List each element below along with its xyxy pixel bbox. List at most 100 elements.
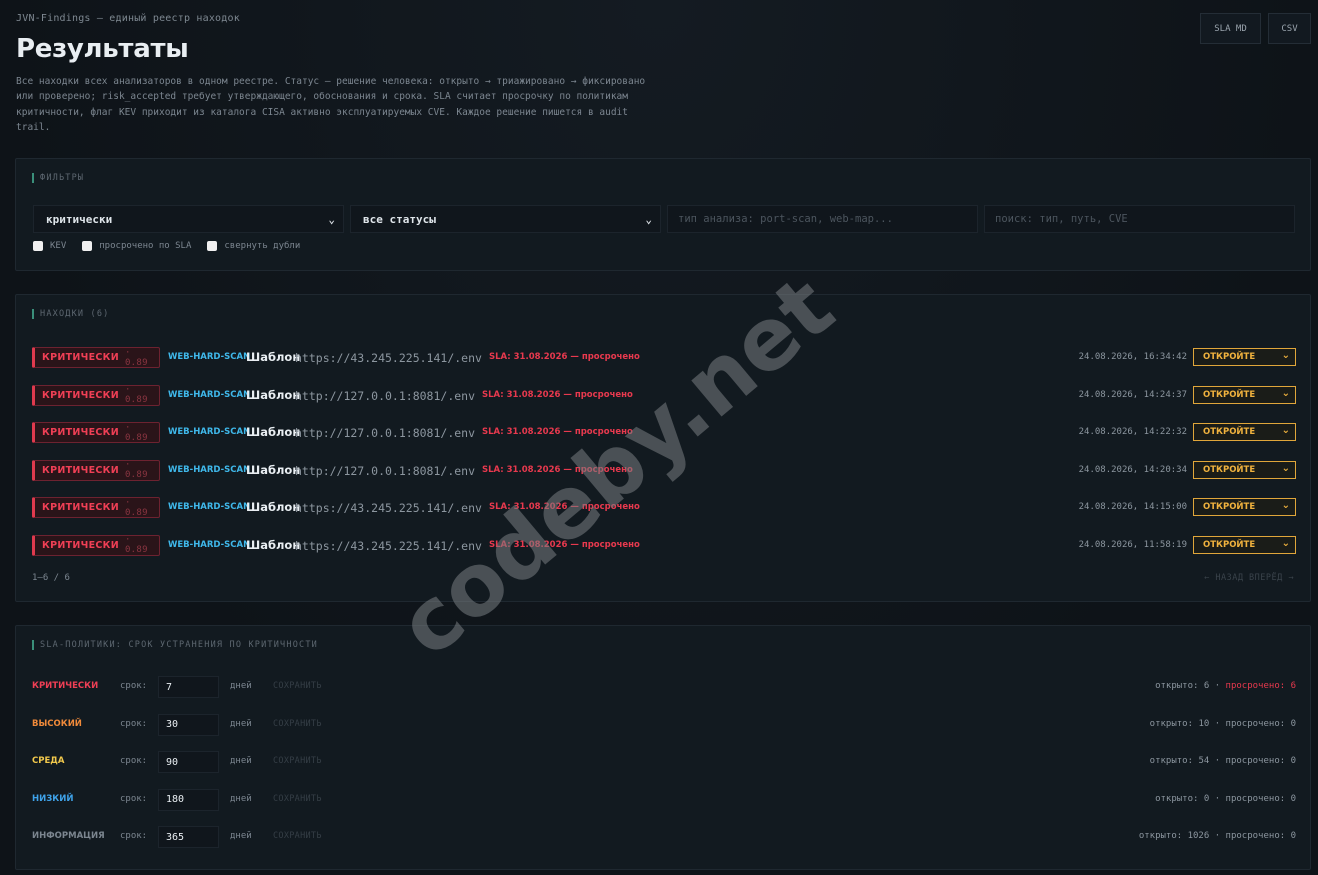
severity-select-value: критически <box>46 212 113 226</box>
severity-badge: КРИТИЧЕСКИ · 0.89 <box>32 422 160 443</box>
sla-deadline: SLA: 31.08.2026 — просрочено <box>489 352 640 362</box>
timestamp: 24.08.2026, 11:58:19 <box>1078 539 1187 550</box>
severity-score: · 0.89 <box>124 385 148 405</box>
checkbox-box[interactable] <box>33 241 43 251</box>
status-select[interactable]: все статусы ⌄ <box>350 205 661 233</box>
table-row[interactable]: КРИТИЧЕСКИ · 0.89 WEB-HARD-SCAN Шаблон ht… <box>32 347 1296 369</box>
search-input[interactable]: поиск: тип, путь, CVE <box>984 205 1295 233</box>
status-select-value: ОТКРОЙТЕ <box>1203 502 1256 512</box>
severity-label: КРИТИЧЕСКИ <box>42 389 119 401</box>
save-button[interactable]: СОХРАНИТЬ <box>273 681 322 691</box>
open-count: открыто: 10 <box>1149 718 1210 729</box>
collapse-dupes-checkbox[interactable]: свернуть дубли <box>207 241 300 251</box>
sla-deadline: SLA: 31.08.2026 — просрочено <box>489 502 640 512</box>
sla-severity-label: СРЕДА <box>32 756 65 766</box>
sla-days-input[interactable]: 365 <box>158 826 219 848</box>
table-row[interactable]: КРИТИЧЕСКИ · 0.89 WEB-HARD-SCAN Шаблон ht… <box>32 534 1296 557</box>
sla-days-input[interactable]: 30 <box>158 713 219 736</box>
table-row[interactable]: КРИТИЧЕСКИ · 0.89 WEB-HARD-SCAN Шаблон ht… <box>32 384 1296 407</box>
status-select[interactable]: ОТКРОЙТЕ ⌄ <box>1193 348 1296 366</box>
term-label: срок: <box>120 681 148 691</box>
finding-path[interactable]: https://43.245.225.141/.env <box>295 501 482 515</box>
template-label: Шаблон <box>246 500 301 514</box>
sla-days-input[interactable]: 180 <box>158 788 219 811</box>
overdue-checkbox[interactable]: просрочено по SLA <box>82 241 191 251</box>
severity-score: · 0.89 <box>124 422 148 443</box>
overdue-count: просрочено: 0 <box>1225 756 1296 766</box>
timestamp: 24.08.2026, 14:22:32 <box>1078 427 1187 437</box>
severity-label: КРИТИЧЕСКИ <box>42 352 119 363</box>
sla-panel: SLA-ПОЛИТИКИ: СРОК УСТРАНЕНИЯ ПО КРИТИЧН… <box>15 625 1311 870</box>
sla-days-input[interactable]: 7 <box>158 676 219 698</box>
finding-path[interactable]: http://127.0.0.1:8081/.env <box>295 464 475 478</box>
timestamp: 24.08.2026, 14:15:00 <box>1078 502 1187 512</box>
template-label: Шаблон <box>246 350 301 364</box>
status-select[interactable]: ОТКРОЙТЕ ⌄ <box>1193 535 1296 554</box>
finding-path[interactable]: http://127.0.0.1:8081/.env <box>295 426 475 440</box>
status-select[interactable]: ОТКРОЙТЕ ⌄ <box>1193 423 1296 441</box>
checkbox-box[interactable] <box>207 241 218 251</box>
term-label: срок: <box>120 718 148 729</box>
sla-stats: открыто: 10 · просрочено: 0 <box>1149 718 1296 729</box>
status-select[interactable]: ОТКРОЙТЕ ⌄ <box>1193 460 1296 479</box>
severity-select[interactable]: критически ⌄ <box>33 205 344 233</box>
finding-path[interactable]: https://43.245.225.141/.env <box>295 351 482 365</box>
days-label: дней <box>230 831 252 841</box>
table-row[interactable]: КРИТИЧЕСКИ · 0.89 WEB-HARD-SCAN Шаблон ht… <box>32 422 1296 444</box>
sla-stats: открыто: 0 · просрочено: 0 <box>1155 793 1296 804</box>
severity-label: КРИТИЧЕСКИ <box>42 539 119 551</box>
status-select-value: ОТКРОЙТЕ <box>1203 539 1256 550</box>
table-row[interactable]: КРИТИЧЕСКИ · 0.89 WEB-HARD-SCAN Шаблон ht… <box>32 459 1296 482</box>
scan-type: WEB-HARD-SCAN <box>168 352 251 362</box>
sla-severity-label: ИНФОРМАЦИЯ <box>32 831 105 841</box>
scan-type: WEB-HARD-SCAN <box>168 502 251 512</box>
sla-policy-row: НИЗКИЙ срок: 180 дней СОХРАНИТЬ открыто:… <box>32 788 1296 811</box>
severity-score: · 0.89 <box>124 497 148 518</box>
chevron-down-icon: ⌄ <box>328 213 335 226</box>
chevron-down-icon: ⌄ <box>1281 462 1290 474</box>
severity-score: · 0.89 <box>124 347 148 368</box>
severity-badge: КРИТИЧЕСКИ · 0.89 <box>32 384 160 406</box>
kev-checkbox[interactable]: KEV <box>33 241 66 251</box>
severity-score: · 0.89 <box>124 460 148 480</box>
severity-badge: КРИТИЧЕСКИ · 0.89 <box>32 347 160 368</box>
finding-path[interactable]: https://43.245.225.141/.env <box>295 539 482 553</box>
save-button[interactable]: СОХРАНИТЬ <box>273 794 322 804</box>
sla-policy-row: ИНФОРМАЦИЯ срок: 365 дней СОХРАНИТЬ откр… <box>32 826 1296 848</box>
scan-type-input[interactable]: тип анализа: port-scan, web-map... <box>667 205 978 233</box>
severity-badge: КРИТИЧЕСКИ · 0.89 <box>32 534 160 556</box>
filter-checkboxes: KEV просрочено по SLA свернуть дубли <box>33 241 316 251</box>
timestamp: 24.08.2026, 16:34:42 <box>1078 352 1187 362</box>
save-button[interactable]: СОХРАНИТЬ <box>273 719 322 729</box>
page-title: Результаты <box>16 34 189 64</box>
overdue-count: просрочено: 0 <box>1225 831 1296 841</box>
export-csv-button[interactable]: CSV <box>1268 13 1311 44</box>
pager-count: 1–6 / 6 <box>32 573 70 583</box>
finding-path[interactable]: http://127.0.0.1:8081/.env <box>295 389 475 403</box>
status-select[interactable]: ОТКРОЙТЕ ⌄ <box>1193 385 1296 404</box>
term-label: срок: <box>120 756 148 766</box>
pager-nav[interactable]: ← НАЗАД ВПЕРЁД → <box>1204 573 1294 583</box>
status-select-value: ОТКРОЙТЕ <box>1203 427 1256 437</box>
sla-stats: открыто: 1026 · просрочено: 0 <box>1138 831 1296 841</box>
template-label: Шаблон <box>246 425 301 439</box>
timestamp: 24.08.2026, 14:24:37 <box>1078 389 1187 400</box>
status-select[interactable]: ОТКРОЙТЕ ⌄ <box>1193 498 1296 516</box>
export-sla-md-button[interactable]: SLA MD <box>1200 13 1261 44</box>
save-button[interactable]: СОХРАНИТЬ <box>273 831 322 841</box>
table-row[interactable]: КРИТИЧЕСКИ · 0.89 WEB-HARD-SCAN Шаблон ht… <box>32 497 1296 519</box>
findings-title: НАХОДКИ (6) <box>32 309 110 319</box>
severity-label: КРИТИЧЕСКИ <box>42 427 119 438</box>
template-label: Шаблон <box>246 387 301 402</box>
save-button[interactable]: СОХРАНИТЬ <box>273 756 322 766</box>
scan-type: WEB-HARD-SCAN <box>168 389 251 400</box>
chevron-down-icon: ⌄ <box>1281 387 1290 399</box>
sla-deadline: SLA: 31.08.2026 — просрочено <box>482 427 633 437</box>
days-label: дней <box>230 756 252 766</box>
overdue-count: просрочено: 6 <box>1225 681 1296 691</box>
sla-days-input[interactable]: 90 <box>158 751 219 773</box>
overdue-count: просрочено: 0 <box>1225 793 1296 804</box>
filters-panel: ФИЛЬТРЫ критически ⌄ все статусы ⌄ тип а… <box>15 158 1311 271</box>
sla-severity-label: НИЗКИЙ <box>32 793 74 804</box>
checkbox-box[interactable] <box>82 241 93 251</box>
